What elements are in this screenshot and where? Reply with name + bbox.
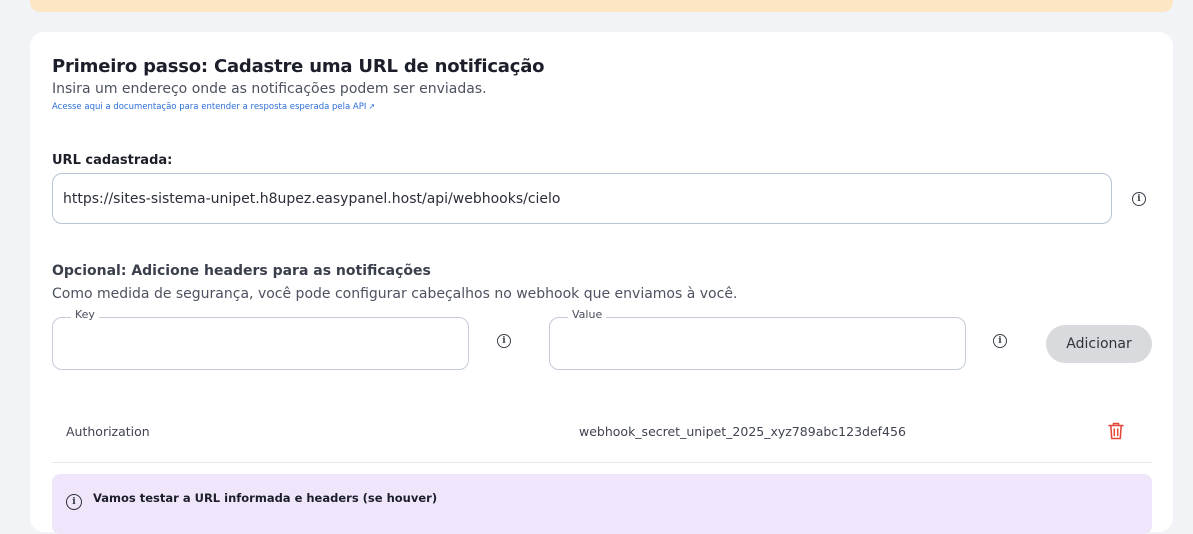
value-label: Value	[568, 308, 607, 321]
page-subtitle: Insira um endereço onde as notificações …	[52, 81, 487, 97]
header-row: Authorization webhook_secret_unipet_2025…	[52, 400, 1152, 463]
value-info-icon[interactable]: i	[993, 334, 1007, 348]
page-title: Primeiro passo: Cadastre uma URL de noti…	[52, 56, 545, 77]
url-input[interactable]	[52, 173, 1112, 224]
warning-banner	[30, 0, 1173, 12]
notice-info-icon: i	[66, 494, 82, 510]
header-key: Authorization	[66, 424, 150, 439]
url-label: URL cadastrada:	[52, 153, 173, 168]
headers-title: Opcional: Adicione headers para as notif…	[52, 263, 431, 279]
info-icon[interactable]: i	[1132, 192, 1146, 206]
test-notice: i Vamos testar a URL informada e headers…	[52, 474, 1152, 534]
add-header-button[interactable]: Adicionar	[1046, 325, 1152, 363]
documentation-link-label: Acesse aqui a documentação para entender…	[52, 102, 367, 112]
headers-subtitle: Como medida de segurança, você pode conf…	[52, 286, 738, 302]
key-label: Key	[71, 308, 99, 321]
value-field[interactable]: Value	[549, 308, 966, 370]
documentation-link[interactable]: Acesse aqui a documentação para entender…	[52, 102, 375, 112]
key-input[interactable]	[53, 318, 468, 369]
external-link-icon: ↗	[368, 102, 376, 111]
key-info-icon[interactable]: i	[497, 334, 511, 348]
key-field[interactable]: Key	[52, 308, 469, 370]
notice-text: Vamos testar a URL informada e headers (…	[93, 491, 438, 505]
value-input[interactable]	[550, 318, 965, 369]
header-value: webhook_secret_unipet_2025_xyz789abc123d…	[579, 424, 906, 439]
trash-icon[interactable]	[1107, 421, 1125, 441]
